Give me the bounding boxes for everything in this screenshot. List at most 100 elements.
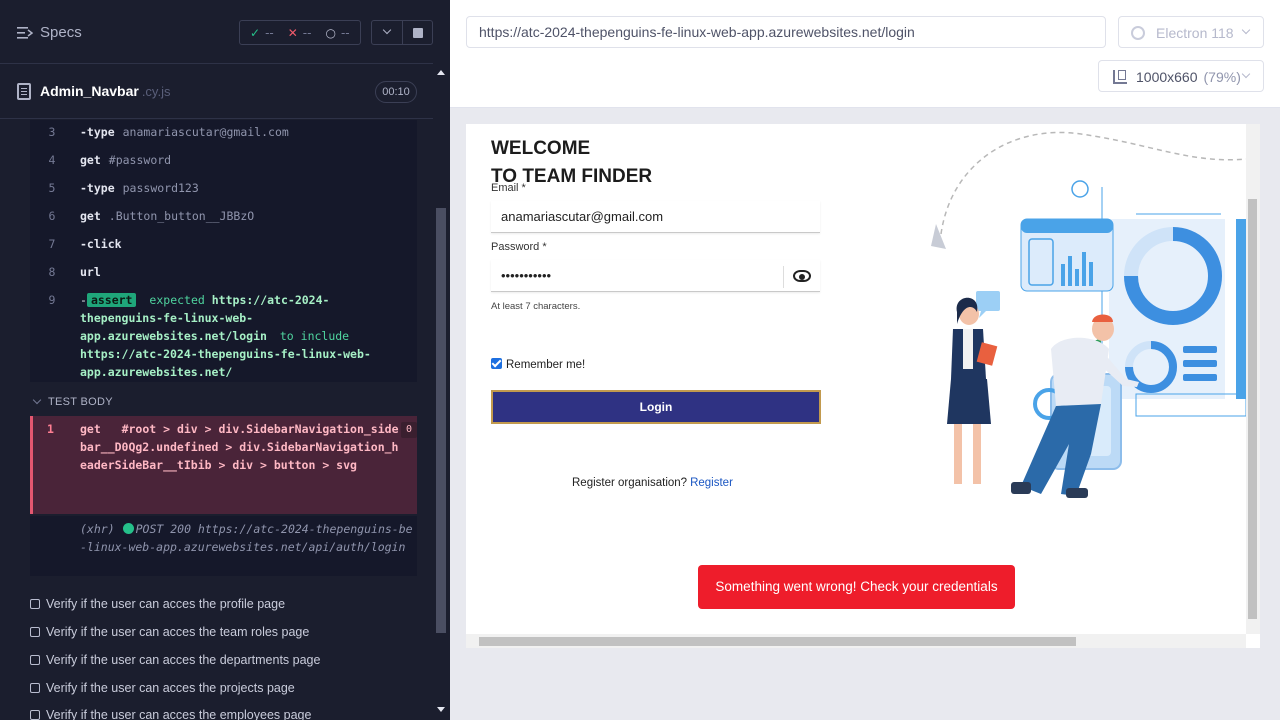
app-under-test: WELCOME TO TEAM FINDER Email * anamarias… [466, 124, 1260, 648]
viewport-selector[interactable]: 1000x660 (79%) [1098, 60, 1264, 92]
command-name: get [80, 209, 101, 223]
command-name: url [80, 265, 101, 279]
email-label: Email * [491, 182, 526, 194]
reporter-panel: Specs ✓ -- ✕ -- ○ -- Admin_Navbar .cy.js … [0, 0, 450, 720]
test-stats: ✓ -- ✕ -- ○ -- [239, 20, 361, 45]
test-title: Verify if the user can acces the team ro… [46, 625, 310, 639]
passed-count: -- [265, 25, 274, 40]
chevron-down-icon [1241, 25, 1251, 35]
password-value: ••••••••••• [501, 268, 552, 283]
remember-me[interactable]: Remember me! [491, 358, 585, 371]
specs-menu-icon[interactable] [17, 26, 33, 40]
test-item[interactable]: Verify if the user can acces the team ro… [30, 625, 430, 639]
failed-command-row[interactable]: 1 get #root > div > div.SidebarNavigatio… [30, 416, 417, 514]
collapse-button[interactable] [371, 20, 403, 45]
assert-expected-word: expected [149, 293, 205, 307]
command-number: 5 [48, 181, 56, 195]
test-status-icon [30, 655, 40, 665]
eye-icon[interactable] [793, 270, 811, 282]
zoom-level: (79%) [1203, 69, 1241, 85]
password-hint: At least 7 characters. [491, 301, 581, 312]
command-name: get [80, 422, 101, 436]
remember-label: Remember me! [506, 359, 586, 371]
ruler-icon [1113, 70, 1127, 84]
register-text: Register organisation? [572, 477, 688, 489]
error-toast[interactable]: Something went wrong! Check your credent… [698, 565, 1015, 609]
register-prompt: Register organisation? Register [572, 477, 733, 489]
test-item[interactable]: Verify if the user can acces the employe… [30, 708, 430, 720]
command-name: get [80, 153, 101, 167]
command-number: 8 [48, 265, 56, 279]
check-icon: ✓ [250, 25, 261, 40]
test-body-label: TEST BODY [48, 396, 113, 408]
chevron-down-icon [382, 25, 392, 35]
url-bar[interactable]: https://atc-2024-thepenguins-fe-linux-we… [466, 16, 1106, 48]
command-number: 7 [48, 237, 56, 251]
assert-message: - assert expected https://atc-2024-thepen… [80, 291, 410, 381]
test-item[interactable]: Verify if the user can acces the project… [30, 681, 430, 695]
command-arg: password123 [122, 181, 199, 195]
x-icon: ✕ [287, 25, 298, 40]
scroll-thumb[interactable] [1248, 199, 1257, 619]
test-status-icon [30, 710, 40, 720]
email-value: anamariascutar@gmail.com [501, 209, 664, 224]
scroll-thumb[interactable] [436, 208, 446, 633]
command-arg: .Button_button__JBBzO [108, 209, 255, 223]
xhr-log-row[interactable]: (xhr) POST 200 https://atc-2024-thepengui… [30, 516, 417, 576]
duration-badge: 00:10 [375, 81, 417, 103]
specs-label[interactable]: Specs [40, 24, 82, 41]
assert-include-word: to include [279, 329, 350, 343]
command-name: -type [80, 125, 115, 139]
spec-ext: .cy.js [141, 84, 171, 99]
browser-toolbar: https://atc-2024-thepenguins-fe-linux-we… [450, 0, 1280, 108]
element-count-badge: 0 [401, 422, 417, 438]
browser-selector[interactable]: Electron 118 [1118, 16, 1264, 48]
command-name: -click [80, 237, 122, 251]
spec-name-text: Admin_Navbar [40, 83, 139, 99]
login-button[interactable]: Login [491, 390, 821, 424]
command-number: 6 [48, 209, 56, 223]
spec-filename[interactable]: Admin_Navbar .cy.js [40, 83, 170, 99]
scroll-up-icon[interactable] [437, 70, 445, 75]
test-item[interactable]: Verify if the user can acces the profile… [30, 597, 430, 611]
specs-bar: Specs ✓ -- ✕ -- ○ -- [0, 0, 433, 64]
stop-button[interactable] [402, 20, 433, 45]
password-field[interactable]: ••••••••••• [491, 260, 820, 292]
command-number: 3 [48, 125, 56, 139]
pending-icon: ○ [325, 25, 336, 40]
email-field[interactable]: anamariascutar@gmail.com [491, 201, 820, 233]
reporter-scrollbar[interactable] [433, 64, 450, 720]
remember-checkbox[interactable] [491, 358, 502, 369]
test-title: Verify if the user can acces the employe… [46, 708, 312, 720]
test-status-icon [30, 599, 40, 609]
scroll-down-icon[interactable] [437, 707, 445, 712]
test-status-icon [30, 683, 40, 693]
viewport-size: 1000x660 [1136, 69, 1198, 85]
command-arg: #password [108, 153, 172, 167]
field-divider [783, 266, 784, 288]
assert-badge: assert [86, 293, 137, 307]
scroll-thumb[interactable] [479, 637, 1076, 646]
welcome-title: WELCOME [491, 138, 591, 159]
command-number: 1 [47, 422, 54, 436]
app-horizontal-scrollbar[interactable] [466, 634, 1246, 648]
test-title: Verify if the user can acces the profile… [46, 597, 286, 611]
test-title: Verify if the user can acces the departm… [46, 653, 321, 667]
command-number: 4 [48, 153, 56, 167]
failed-count: -- [302, 25, 312, 40]
test-body-toggle[interactable]: TEST BODY [30, 395, 113, 408]
assert-prefix: - [80, 293, 87, 307]
command-log: 3 -type anamariascutar@gmail.com 4 get #pa… [30, 120, 417, 382]
browser-name: Electron 118 [1156, 25, 1234, 41]
assert-expected-url: https://atc-2024-thepenguins-fe-linux-we… [80, 347, 371, 379]
stop-icon [413, 28, 423, 38]
app-vertical-scrollbar[interactable] [1246, 124, 1260, 634]
file-icon [17, 83, 31, 100]
chevron-down-icon [32, 395, 42, 405]
pending-count: -- [340, 25, 350, 40]
test-item[interactable]: Verify if the user can acces the departm… [30, 653, 430, 667]
command-name: -type [80, 181, 115, 195]
status-dot-icon [122, 523, 134, 534]
test-title: Verify if the user can acces the project… [46, 681, 295, 695]
register-link[interactable]: Register [690, 477, 733, 489]
